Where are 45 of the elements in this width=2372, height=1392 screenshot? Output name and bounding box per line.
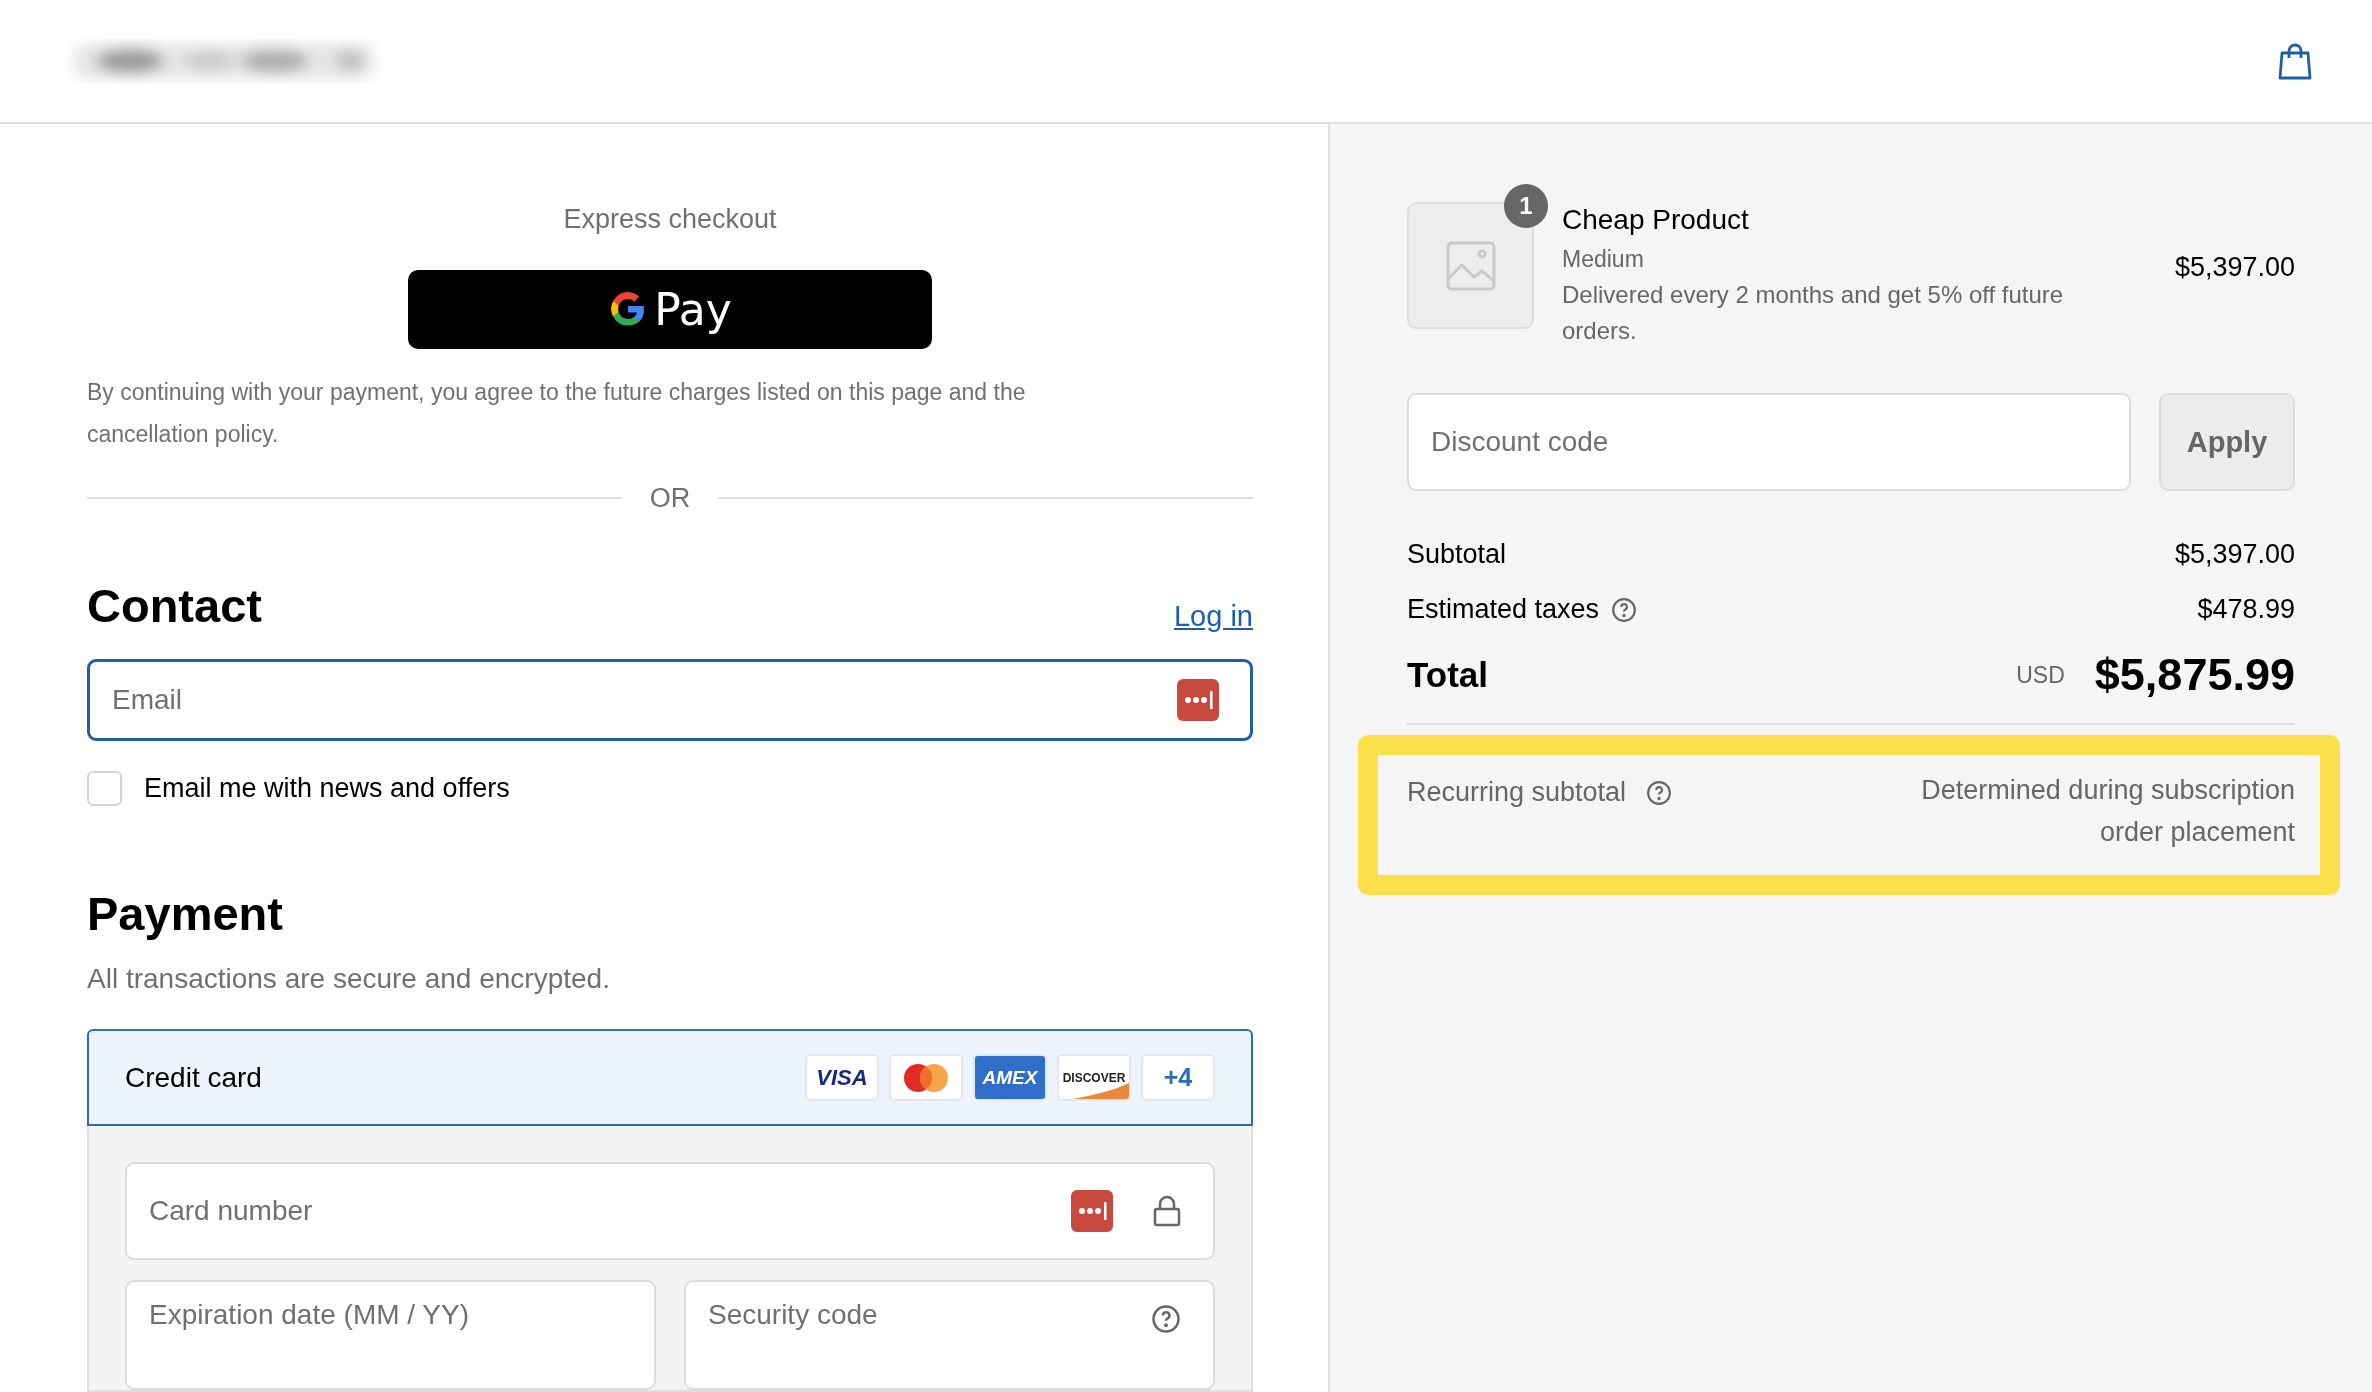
newsletter-checkbox[interactable] (87, 771, 122, 807)
discount-code-field[interactable]: Discount code (1407, 393, 2131, 491)
expiration-date-field[interactable]: Expiration date (MM / YY) (125, 1280, 656, 1390)
quantity-badge: 1 (1504, 184, 1548, 228)
total-label: Total (1407, 655, 1488, 695)
email-field[interactable]: Email (87, 658, 1253, 742)
product-price: $5,397.00 (2174, 252, 2295, 283)
discover-logo-text: DISCOVER (1062, 1070, 1126, 1085)
credit-card-option[interactable]: Credit card VISA AMEX DISCOVER +4 (87, 1029, 1253, 1126)
payment-subtitle: All transactions are secure and encrypted. (87, 963, 611, 996)
payment-heading: Payment (87, 886, 283, 942)
recurring-subtotal-label: Recurring subtotal (1407, 777, 1627, 808)
card-number-field[interactable]: Card number (125, 1162, 1215, 1260)
discover-swoosh-icon (1073, 1083, 1129, 1100)
log-in-link[interactable]: Log in (1174, 599, 1253, 633)
password-manager-icon[interactable] (1177, 679, 1219, 722)
help-icon[interactable] (1646, 779, 1673, 806)
amex-logo-text: AMEX (982, 1066, 1038, 1089)
apply-button[interactable]: Apply (2159, 393, 2295, 491)
mastercard-logo-icon (903, 1062, 949, 1093)
security-code-field[interactable]: Security code (684, 1280, 1215, 1390)
product-variant: Medium (1562, 246, 1645, 273)
delivery-note: Delivered every 2 months and get 5% off future orders. (1562, 280, 2065, 346)
google-pay-button[interactable]: Pay (408, 270, 932, 349)
taxes-value: $478.99 (2197, 594, 2295, 625)
help-icon[interactable] (1611, 596, 1638, 623)
visa-logo-text: VISA (816, 1064, 868, 1091)
newsletter-label: Email me with news and offers (144, 773, 510, 805)
recurring-subtotal-value: Determined during subscription order placement (1920, 774, 2295, 849)
more-brands-count: +4 (1163, 1063, 1193, 1093)
product-name: Cheap Product (1562, 204, 1750, 236)
help-icon[interactable] (1151, 1304, 1181, 1334)
currency-code: USD (2016, 661, 2065, 689)
password-manager-icon[interactable] (1071, 1190, 1113, 1232)
contact-heading: Contact (87, 577, 262, 633)
subtotal-value: $5,397.00 (2174, 539, 2295, 570)
total-value: $5,875.99 (2094, 649, 2295, 701)
express-checkout-title: Express checkout (562, 204, 778, 235)
subtotal-label: Subtotal (1407, 539, 1507, 570)
or-divider-label: OR (649, 482, 691, 514)
taxes-label: Estimated taxes (1407, 594, 1600, 625)
payment-disclaimer: By continuing with your payment, you agree to the future charges listed on this page and the cancellation policy. (87, 377, 1027, 449)
pay-label: Pay (654, 283, 732, 335)
lock-icon (1153, 1195, 1181, 1227)
image-placeholder-icon (1445, 240, 1496, 291)
